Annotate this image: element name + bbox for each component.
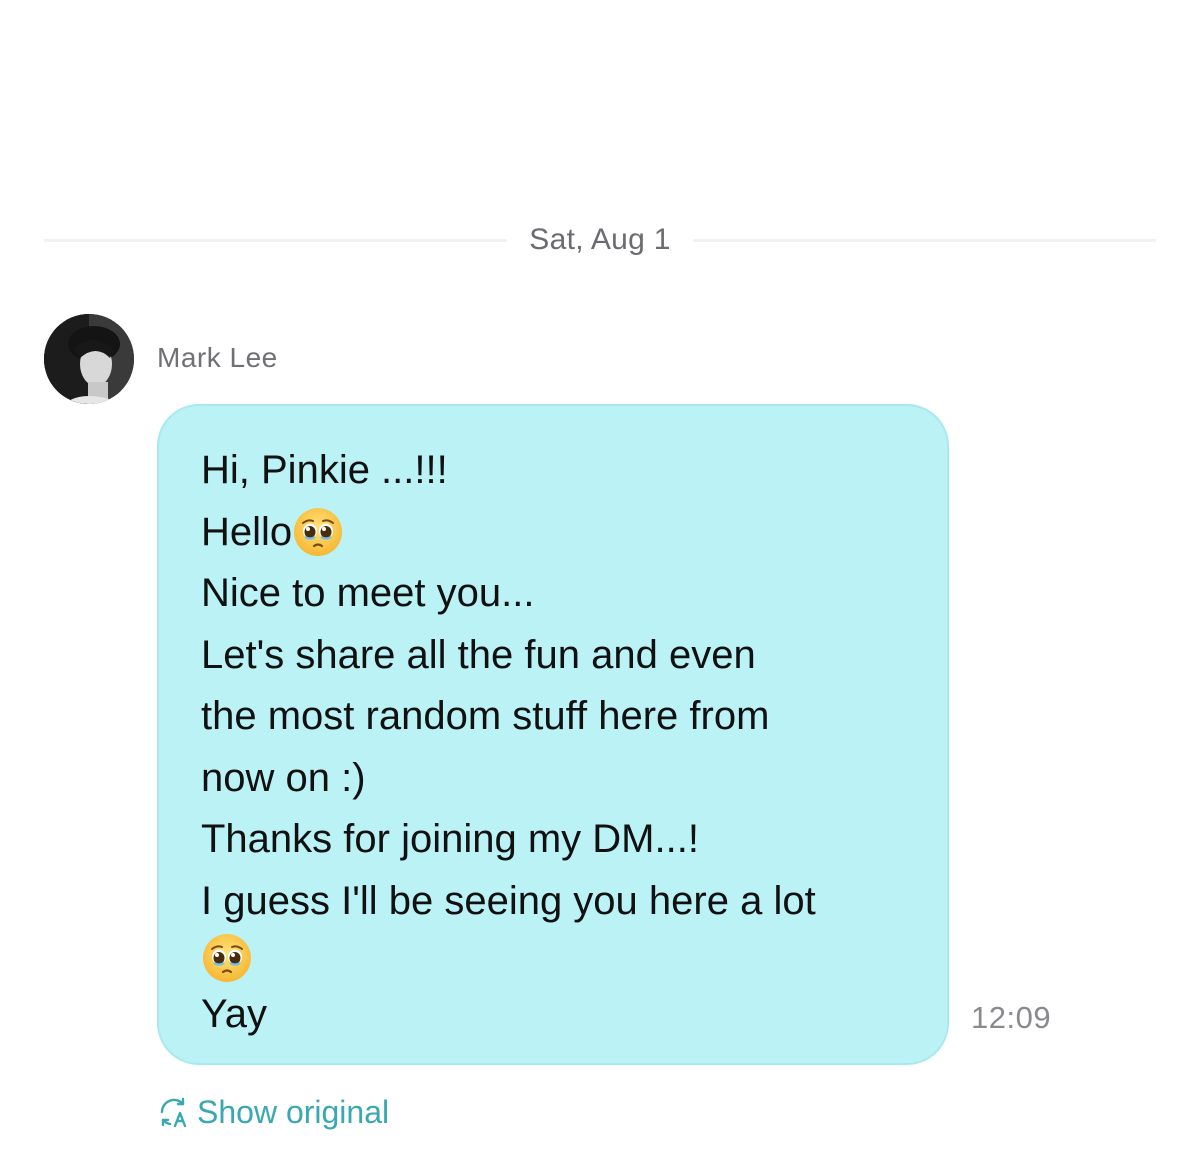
message-line: Thanks for joining my DM...! <box>201 809 907 871</box>
pleading-face-emoji-icon <box>292 506 344 558</box>
message-timestamp: 12:09 <box>971 1000 1052 1035</box>
date-label: Sat, Aug 1 <box>529 223 671 256</box>
show-original-label: Show original <box>197 1093 390 1130</box>
message-line-text: the most random stuff here from <box>201 694 770 738</box>
chat-view: Sat, Aug 1 Mark Lee Hi, Pinkie ...!!! Hel… <box>0 0 1200 1172</box>
message-line: Hello <box>201 502 907 564</box>
message-line: Nice to meet you... <box>201 563 907 625</box>
message-text: Hi, Pinkie ...!!! Hello Nice to meet you..… <box>201 440 907 1046</box>
divider-line-right <box>692 238 1157 242</box>
message-line-text: now on :) <box>201 755 366 800</box>
translate-icon <box>157 1095 191 1129</box>
divider-line-left <box>44 238 508 242</box>
message-line-text: Hello <box>201 509 293 554</box>
show-original-button[interactable]: Show original <box>157 1090 389 1134</box>
message-line <box>201 932 907 984</box>
pleading-face-emoji-icon <box>201 932 253 984</box>
message-line: Let's share all the fun and even <box>201 625 907 687</box>
message-line-text: I guess I'll be seeing you here a lot <box>201 878 816 923</box>
message-line: Yay <box>201 984 907 1046</box>
message-line: Hi, Pinkie ...!!! <box>201 440 907 502</box>
message-line-text: Hi, Pinkie ...!!! <box>201 448 448 492</box>
message-line-text: Yay <box>201 992 267 1036</box>
message-line-text: Let's share all the fun and even <box>201 632 756 677</box>
sender-name[interactable]: Mark Lee <box>157 342 278 374</box>
message-bubble[interactable]: Hi, Pinkie ...!!! Hello Nice to meet you..… <box>157 404 949 1065</box>
message-line: now on :) <box>201 748 907 810</box>
message-line-text: Nice to meet you... <box>201 571 535 615</box>
message-line: the most random stuff here from <box>201 686 907 748</box>
date-divider: Sat, Aug 1 <box>44 222 1157 258</box>
message-line-text: Thanks for joining my DM...! <box>201 817 699 861</box>
sender-avatar[interactable] <box>44 314 134 404</box>
message-line: I guess I'll be seeing you here a lot <box>201 871 907 933</box>
